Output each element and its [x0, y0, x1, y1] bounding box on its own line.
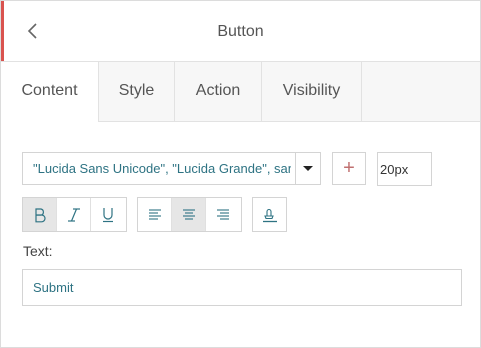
- font-size-input[interactable]: [377, 152, 432, 186]
- align-left-button[interactable]: [138, 198, 172, 231]
- text-style-group: [22, 197, 127, 232]
- font-family-dropdown-toggle[interactable]: [295, 153, 320, 184]
- button-settings-panel: Button Content Style Action Visibility "…: [0, 0, 481, 348]
- underline-button[interactable]: [91, 198, 125, 231]
- bold-icon: [34, 207, 46, 222]
- align-right-button[interactable]: [206, 198, 240, 231]
- align-left-icon: [148, 208, 161, 220]
- button-text-input[interactable]: [22, 269, 462, 306]
- alignment-group: [137, 197, 242, 232]
- bold-button[interactable]: [23, 198, 57, 231]
- align-right-icon: [217, 208, 229, 220]
- align-center-button[interactable]: [172, 198, 206, 231]
- italic-icon: [67, 207, 80, 222]
- italic-button[interactable]: [57, 198, 91, 231]
- panel-header: Button: [1, 1, 480, 62]
- tab-style[interactable]: Style: [99, 62, 175, 121]
- tab-content[interactable]: Content: [1, 62, 99, 122]
- text-color-icon: [262, 208, 277, 222]
- align-center-icon: [182, 208, 195, 220]
- text-color-group: [252, 197, 287, 232]
- font-family-select[interactable]: "Lucida Sans Unicode", "Lucida Grande", …: [22, 152, 321, 185]
- tab-action[interactable]: Action: [175, 62, 262, 121]
- add-font-button[interactable]: +: [332, 152, 366, 185]
- text-field-label: Text:: [23, 243, 53, 259]
- tab-visibility[interactable]: Visibility: [262, 62, 362, 121]
- tab-bar: Content Style Action Visibility: [1, 62, 480, 122]
- text-color-button[interactable]: [253, 198, 286, 231]
- underline-icon: [103, 207, 113, 222]
- panel-title: Button: [217, 23, 264, 40]
- caret-down-icon: [303, 166, 313, 171]
- font-family-value: "Lucida Sans Unicode", "Lucida Grande", …: [33, 161, 291, 176]
